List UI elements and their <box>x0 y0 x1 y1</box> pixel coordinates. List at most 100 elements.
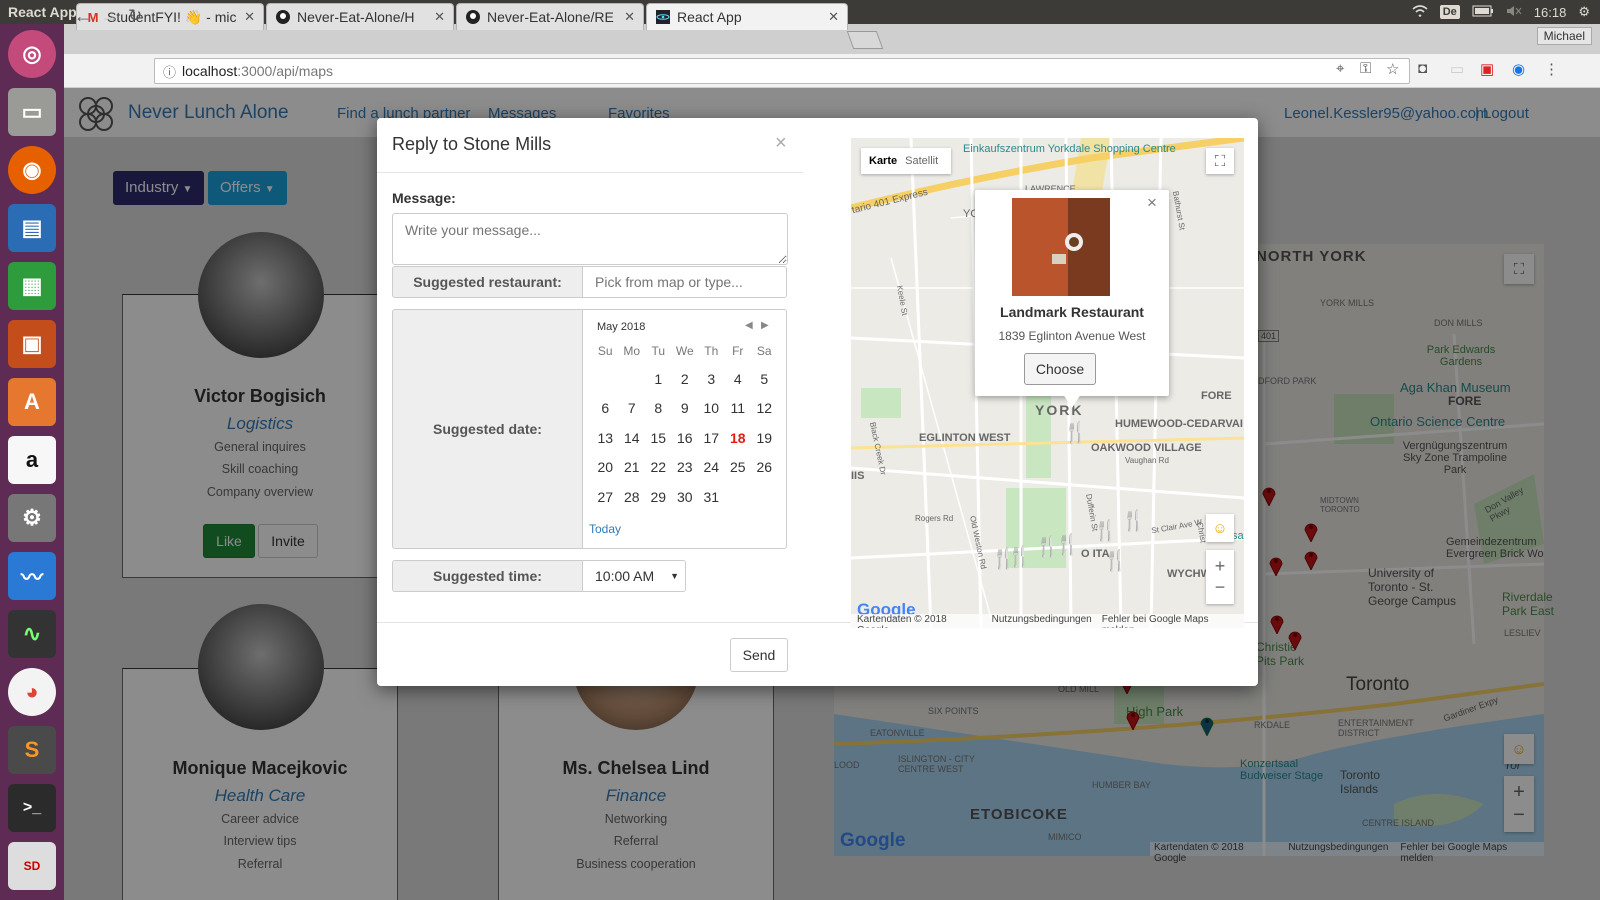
restaurant-marker-icon[interactable]: 🍴 <box>1103 548 1128 573</box>
time-select[interactable]: 10:00 AM ▼ <box>582 560 686 592</box>
extension-blue-icon[interactable]: ◉ <box>1512 60 1525 78</box>
location-icon[interactable]: ⌖ <box>1336 60 1344 77</box>
files-icon[interactable]: ▭ <box>8 88 56 136</box>
tab-never-eat-alone-2[interactable]: Never-Eat-Alone/RE ✕ <box>456 3 644 30</box>
calendar-day[interactable]: 28 <box>619 482 646 512</box>
close-tab-icon[interactable]: ✕ <box>434 9 445 25</box>
calendar-day[interactable]: 19 <box>751 423 778 453</box>
calendar-day[interactable]: 2 <box>672 364 699 394</box>
amazon-icon[interactable]: a <box>8 436 56 484</box>
firefox-icon[interactable]: ◉ <box>8 146 56 194</box>
calendar-day[interactable]: 23 <box>672 453 699 483</box>
restaurant-input[interactable] <box>582 266 787 298</box>
extension-blank-icon[interactable]: ▭ <box>1450 60 1464 78</box>
keyboard-layout-indicator[interactable]: De <box>1439 5 1460 19</box>
forward-arrow-icon[interactable]: → <box>101 6 119 27</box>
report-error-link[interactable]: Fehler bei Google Maps melden <box>1102 614 1244 628</box>
message-textarea[interactable] <box>392 213 788 265</box>
calendar-day[interactable]: 13 <box>592 423 619 453</box>
restaurant-marker-icon[interactable]: 🍴 <box>1121 508 1146 533</box>
fullscreen-icon[interactable]: ⛶ <box>1206 148 1234 174</box>
info-icon[interactable]: ⓘ <box>163 62 176 81</box>
calendar-day[interactable]: 16 <box>672 423 699 453</box>
today-link[interactable]: Today <box>589 522 621 536</box>
calc-icon[interactable]: ▦ <box>8 262 56 310</box>
next-month-icon[interactable]: ▶ <box>761 320 769 331</box>
zoom-out-icon[interactable]: − <box>1215 577 1226 598</box>
sublime-icon[interactable]: S <box>8 726 56 774</box>
calendar-day[interactable]: 30 <box>672 482 699 512</box>
calendar-day[interactable]: 25 <box>725 453 752 483</box>
close-tab-icon[interactable]: ✕ <box>244 9 255 25</box>
system-monitor-icon[interactable]: ∿ <box>8 610 56 658</box>
calendar-day[interactable]: 12 <box>751 394 778 424</box>
send-button[interactable]: Send <box>730 638 788 672</box>
map-type-karte[interactable]: Karte <box>869 155 897 167</box>
calendar-day[interactable]: 14 <box>619 423 646 453</box>
bookmark-star-icon[interactable]: ☆ <box>1386 60 1399 78</box>
restaurant-map[interactable]: Karte Satellit Einkaufszentrum Yorkdale … <box>851 138 1244 628</box>
sd-card-icon[interactable]: SD <box>8 842 56 890</box>
calendar-day[interactable]: 1 <box>645 364 672 394</box>
calendar-day[interactable]: 6 <box>592 394 619 424</box>
restaurant-marker-icon[interactable]: 🍴 <box>1055 532 1080 557</box>
monitor-icon[interactable]: 〰 <box>8 552 56 600</box>
extension-shield-icon[interactable]: ◘ <box>1418 60 1427 77</box>
chrome-icon[interactable]: ◕ <box>8 668 56 716</box>
impress-icon[interactable]: ▣ <box>8 320 56 368</box>
close-tab-icon[interactable]: ✕ <box>624 9 635 25</box>
extension-red-icon[interactable]: ▣ <box>1480 60 1494 78</box>
volume-muted-icon[interactable] <box>1506 5 1522 20</box>
calendar-day[interactable]: 21 <box>619 453 646 483</box>
ubuntu-icon[interactable]: ◎ <box>8 30 56 78</box>
calendar-day[interactable]: 3 <box>698 364 725 394</box>
modal-close-icon[interactable]: × <box>775 132 787 155</box>
writer-icon[interactable]: ▤ <box>8 204 56 252</box>
calendar-day[interactable]: 18 <box>725 423 752 453</box>
calendar-day[interactable]: 26 <box>751 453 778 483</box>
address-bar[interactable]: ⓘ localhost :3000/api/maps <box>154 58 1410 84</box>
calendar-day[interactable]: 17 <box>698 423 725 453</box>
calendar-day[interactable]: 7 <box>619 394 646 424</box>
pegman-icon[interactable]: ☺ <box>1206 514 1234 542</box>
calendar-day[interactable]: 10 <box>698 394 725 424</box>
calendar-day[interactable]: 9 <box>672 394 699 424</box>
prev-month-icon[interactable]: ◀ <box>745 320 753 331</box>
calendar-day[interactable]: 15 <box>645 423 672 453</box>
restaurant-marker-icon[interactable]: 🍴 <box>1007 544 1032 569</box>
clock[interactable]: 16:18 <box>1534 5 1567 20</box>
weekday-header: Tu <box>651 344 666 358</box>
tab-never-eat-alone-1[interactable]: Never-Eat-Alone/H ✕ <box>266 3 454 30</box>
calendar-day[interactable]: 31 <box>698 482 725 512</box>
battery-icon[interactable] <box>1472 5 1494 20</box>
calendar-day[interactable]: 8 <box>645 394 672 424</box>
calendar-day[interactable]: 11 <box>725 394 752 424</box>
reload-icon[interactable]: ↻ <box>128 6 142 26</box>
calendar-day[interactable]: 4 <box>725 364 752 394</box>
info-window-close-icon[interactable]: × <box>1147 193 1157 213</box>
calendar-day[interactable]: 29 <box>645 482 672 512</box>
back-arrow-icon[interactable]: ← <box>74 6 92 27</box>
tab-react-app[interactable]: React App ✕ <box>646 3 848 30</box>
chrome-menu-icon[interactable]: ⋮ <box>1544 60 1559 78</box>
restaurant-marker-icon[interactable]: 🍴 <box>1063 420 1088 445</box>
calendar-day[interactable]: 22 <box>645 453 672 483</box>
map-type-satellit[interactable]: Satellit <box>905 155 938 167</box>
profile-button[interactable]: Michael <box>1536 27 1592 45</box>
wifi-icon[interactable] <box>1412 4 1428 20</box>
terminal-icon[interactable]: >_ <box>8 784 56 832</box>
new-tab-button[interactable] <box>846 31 884 49</box>
calendar-day[interactable]: 24 <box>698 453 725 483</box>
terms-link[interactable]: Nutzungsbedingungen <box>992 614 1092 628</box>
calendar-day[interactable]: 27 <box>592 482 619 512</box>
choose-button[interactable]: Choose <box>1024 353 1096 385</box>
calendar-day[interactable]: 5 <box>751 364 778 394</box>
restaurant-marker-icon[interactable]: 🍴 <box>1093 518 1118 543</box>
calendar-day[interactable]: 20 <box>592 453 619 483</box>
settings-icon[interactable]: ⚙ <box>8 494 56 542</box>
settings-gear-icon[interactable]: ⚙ <box>1578 4 1590 20</box>
software-center-icon[interactable]: A <box>8 378 56 426</box>
zoom-in-icon[interactable]: + <box>1215 556 1226 577</box>
key-icon[interactable]: ⚿ <box>1360 60 1371 77</box>
close-tab-icon[interactable]: ✕ <box>828 9 839 25</box>
